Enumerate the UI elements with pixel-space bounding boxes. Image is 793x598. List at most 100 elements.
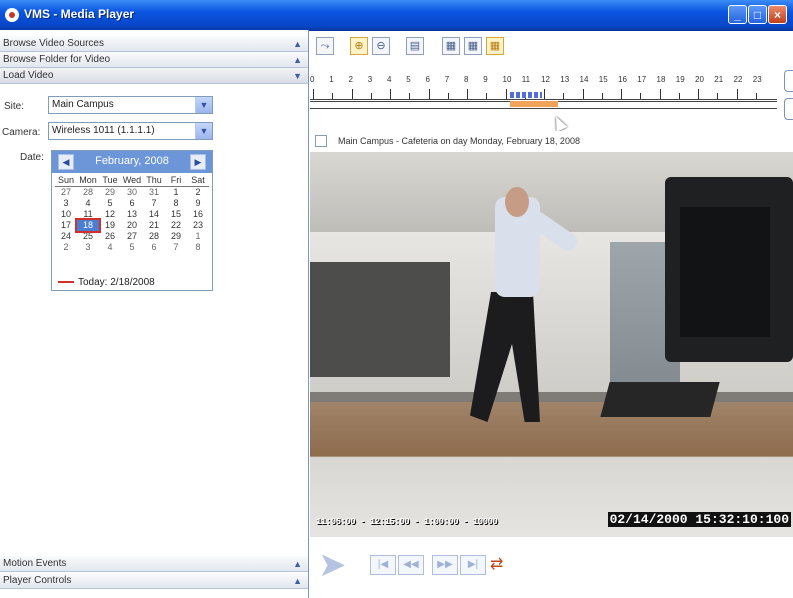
calendar-day[interactable]: 3 — [55, 198, 77, 209]
calendar-day[interactable]: 7 — [143, 198, 165, 209]
calendar-day[interactable]: 23 — [187, 220, 209, 231]
play-mode-icon[interactable]: ⤳ — [316, 37, 334, 55]
calendar-day[interactable]: 22 — [165, 220, 187, 231]
calendar-day[interactable]: 16 — [187, 209, 209, 220]
previous-month-button[interactable]: ◀ — [58, 154, 74, 170]
calendar-day[interactable]: 4 — [99, 242, 121, 253]
timeline-tick — [678, 93, 680, 99]
calendar-day[interactable]: 6 — [121, 198, 143, 209]
calendar-day[interactable]: 5 — [99, 198, 121, 209]
close-button[interactable]: × — [768, 5, 787, 24]
timeline-tick — [370, 93, 372, 99]
motion-segment[interactable] — [510, 92, 542, 98]
browse-video-sources-label: Browse Video Sources — [3, 38, 104, 49]
calendar-day[interactable]: 31 — [143, 187, 165, 199]
weekday-header: Mon — [77, 175, 99, 187]
calendar-day[interactable]: 28 — [77, 187, 99, 199]
recorded-segment[interactable] — [510, 101, 558, 107]
timeline-scroll-button[interactable] — [784, 70, 793, 92]
browse-folder-header[interactable]: Browse Folder for Video ▲ — [0, 52, 308, 68]
player-controls-header[interactable]: Player Controls ▲ — [0, 573, 308, 589]
calendar-day[interactable]: 15 — [165, 209, 187, 220]
minimize-button[interactable]: _ — [728, 5, 747, 24]
calendar-day[interactable]: 1 — [165, 187, 187, 199]
calendar-day[interactable]: 14 — [143, 209, 165, 220]
video-frame[interactable]: 11:06:00 - 12:15:00 - 1:00:00 - 10000 02… — [310, 152, 793, 537]
calendar-day[interactable]: 2 — [187, 187, 209, 199]
video-scene-person-head — [505, 187, 529, 217]
layout-4-icon[interactable]: ▦ — [486, 37, 504, 55]
calendar-day[interactable]: 8 — [165, 198, 187, 209]
play-icon[interactable]: ➤ — [318, 545, 358, 585]
dropdown-arrow-icon[interactable]: ▼ — [195, 123, 212, 139]
camera-select[interactable]: Wireless 1011 (1.1.1.1) ▼ — [48, 122, 213, 140]
calendar-day[interactable]: 29 — [99, 187, 121, 199]
calendar-day[interactable]: 19 — [99, 220, 121, 231]
calendar-day[interactable]: 6 — [143, 242, 165, 253]
snapshot-icon[interactable]: ⇄ — [490, 554, 516, 576]
calendar-day[interactable]: 13 — [121, 209, 143, 220]
calendar-day[interactable]: 7 — [165, 242, 187, 253]
timeline-hour-label: 19 — [675, 75, 685, 84]
calendar-day[interactable]: 26 — [99, 231, 121, 242]
export-icon[interactable]: ▤ — [406, 37, 424, 55]
load-video-header[interactable]: Load Video ▼ — [0, 68, 308, 84]
calendar-day[interactable]: 24 — [55, 231, 77, 242]
calendar-day[interactable]: 2 — [55, 242, 77, 253]
timeline-hour-label: 4 — [387, 75, 392, 84]
layout-2-icon[interactable]: ▦ — [464, 37, 482, 55]
window-title: VMS - Media Player — [24, 7, 135, 21]
calendar-day[interactable]: 11 — [77, 209, 99, 220]
calendar-day[interactable]: 3 — [77, 242, 99, 253]
calendar-day[interactable]: 9 — [187, 198, 209, 209]
dropdown-arrow-icon[interactable]: ▼ — [195, 97, 212, 113]
calendar-day[interactable]: 21 — [143, 220, 165, 231]
timeline-tick — [447, 93, 449, 99]
skip-back-icon[interactable]: |◀ — [370, 555, 396, 575]
calendar-day[interactable]: 30 — [121, 187, 143, 199]
timeline-hour-label: 22 — [733, 75, 743, 84]
calendar-day[interactable]: 1 — [187, 231, 209, 242]
timeline-scroll-button[interactable] — [784, 98, 793, 120]
step-forward-icon[interactable]: ▶▶ — [432, 555, 458, 575]
calendar-day[interactable]: 27 — [55, 187, 77, 199]
calendar-day[interactable]: 18 — [75, 218, 101, 233]
timeline-tick — [601, 93, 603, 99]
video-timestamp: 02/14/2000 15:32:10:100 — [607, 512, 791, 527]
timeline[interactable]: 0 1 2 3 4 5 6 7 8 9 10 11 12 13 14 15 16 17 18 19 20 21 22 23 — [310, 63, 783, 125]
calendar-day[interactable]: 28 — [143, 231, 165, 242]
calendar-day[interactable]: 17 — [55, 220, 77, 231]
date-calendar: ◀ February, 2008 ▶ Sun Mon Tue Wed Thu Fri Sat… — [51, 150, 213, 291]
collapse-chevron-icon: ▲ — [293, 559, 302, 569]
video-select-checkbox[interactable] — [315, 135, 327, 147]
timeline-tick — [698, 89, 699, 99]
title-bar[interactable]: VMS - Media Player _ □ × — [0, 0, 793, 31]
timeline-hour-label: 6 — [425, 75, 430, 84]
zoom-in-icon[interactable]: ⊕ — [350, 37, 368, 55]
calendar-day[interactable]: 8 — [187, 242, 209, 253]
calendar-day[interactable]: 12 — [99, 209, 121, 220]
timeline-hour-label: 23 — [752, 75, 762, 84]
weekday-header: Wed — [121, 175, 143, 187]
layout-1-icon[interactable]: ▦ — [442, 37, 460, 55]
maximize-button[interactable]: □ — [748, 5, 767, 24]
timeline-tick — [390, 89, 391, 99]
calendar-day[interactable]: 5 — [121, 242, 143, 253]
today-link[interactable]: Today: 2/18/2008 — [58, 277, 155, 288]
timeline-tick — [467, 89, 468, 99]
calendar-day[interactable]: 4 — [77, 198, 99, 209]
calendar-day[interactable]: 10 — [55, 209, 77, 220]
calendar-day[interactable]: 29 — [165, 231, 187, 242]
motion-events-header[interactable]: Motion Events ▲ — [0, 556, 308, 572]
calendar-day[interactable]: 27 — [121, 231, 143, 242]
next-month-button[interactable]: ▶ — [190, 154, 206, 170]
calendar-day[interactable]: 25 — [77, 231, 99, 242]
zoom-out-icon[interactable]: ⊖ — [372, 37, 390, 55]
site-select[interactable]: Main Campus ▼ — [48, 96, 213, 114]
calendar-day[interactable]: 20 — [121, 220, 143, 231]
skip-forward-icon[interactable]: ▶| — [460, 555, 486, 575]
timeline-tick — [621, 89, 622, 99]
timeline-hour-label: 7 — [444, 75, 450, 84]
step-back-icon[interactable]: ◀◀ — [398, 555, 424, 575]
browse-video-sources-header[interactable]: Browse Video Sources ▲ — [0, 36, 308, 52]
